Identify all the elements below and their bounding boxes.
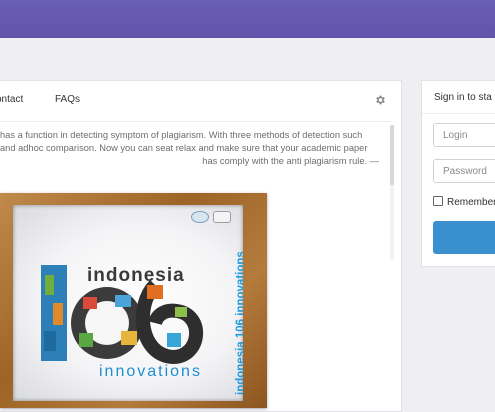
banner-word-innovations: innovations: [99, 363, 202, 380]
banner-image: indonesia innovations indonesia 106 inno…: [13, 205, 243, 401]
signin-title: Sign in to sta: [434, 92, 492, 103]
number-106-graphic: [41, 265, 203, 365]
partner-logo-icon: [191, 211, 209, 223]
sub-header: [0, 38, 495, 80]
top-navbar: [0, 0, 495, 38]
gear-icon[interactable]: [374, 93, 386, 105]
remember-label: Remember: [447, 197, 495, 208]
scrollbar[interactable]: [390, 125, 394, 260]
description-line: and adhoc comparison. Now you can seat r…: [0, 143, 368, 153]
remember-checkbox[interactable]: [433, 196, 443, 206]
login-input[interactable]: [433, 123, 495, 147]
scrollbar-thumb[interactable]: [390, 125, 394, 185]
banner-vertical-text: indonesia 106 innovations: [235, 251, 243, 395]
banner-word-indonesia: indonesia: [87, 265, 185, 286]
partner-logo-icon: [213, 211, 231, 223]
remember-me[interactable]: Remember: [433, 196, 495, 208]
tab-bar: ontact FAQs: [0, 81, 391, 122]
password-input[interactable]: [433, 159, 495, 183]
description-line: has a function in detecting symptom of p…: [0, 130, 363, 140]
signin-panel: Sign in to sta Remember: [421, 80, 495, 267]
tab-contact[interactable]: ontact: [0, 94, 23, 105]
divider: [422, 113, 495, 114]
signin-button[interactable]: [433, 221, 495, 254]
description-line: has comply with the anti plagiarism rule…: [202, 156, 379, 166]
tab-faqs[interactable]: FAQs: [55, 94, 80, 105]
banner-vertical-caption: indonesia 106 innovations: [221, 227, 243, 397]
banner-frame: indonesia innovations indonesia 106 inno…: [0, 193, 267, 408]
